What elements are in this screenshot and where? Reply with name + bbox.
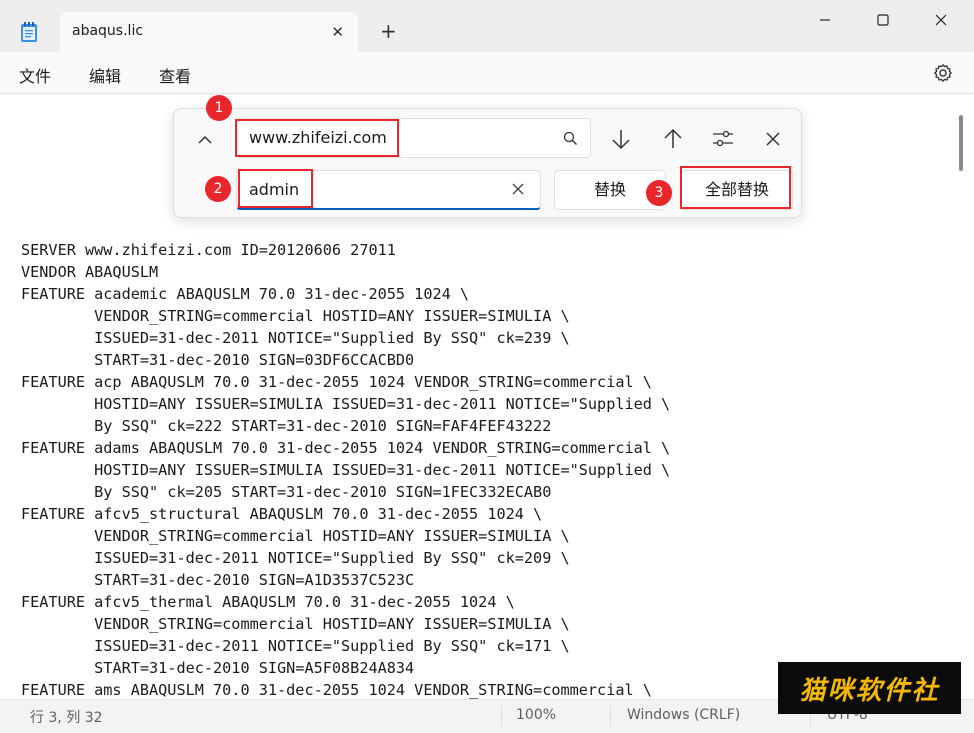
menu-view[interactable]: 查看 [159,63,191,87]
editor-line[interactable]: ISSUED=31-dec-2011 NOTICE="Supplied By S… [21,547,670,569]
annotation-highlight-replace [238,169,313,208]
arrow-up-icon [664,128,682,148]
new-tab-button[interactable]: + [380,20,397,42]
tab-abaqus-lic[interactable]: abaqus.lic ✕ [60,12,358,52]
editor-line[interactable]: HOSTID=ANY ISSUER=SIMULIA ISSUED=31-dec-… [21,459,670,481]
arrow-down-icon [612,130,630,150]
tab-label: abaqus.lic [72,23,144,39]
step-marker-3: 3 [646,180,672,206]
zoom-level[interactable]: 100% [516,707,556,723]
editor-line[interactable]: VENDOR_STRING=commercial HOSTID=ANY ISSU… [21,305,670,327]
editor-line[interactable]: START=31-dec-2010 SIGN=A5F08B24A834 [21,657,670,679]
editor-line[interactable]: HOSTID=ANY ISSUER=SIMULIA ISSUED=31-dec-… [21,393,670,415]
clear-icon[interactable] [511,182,525,196]
editor-line[interactable]: ISSUED=31-dec-2011 NOTICE="Supplied By S… [21,635,670,657]
close-window-button[interactable] [918,6,964,34]
editor-line[interactable]: FEATURE afcv5_structural ABAQUSLM 70.0 3… [21,503,670,525]
editor-line[interactable]: By SSQ" ck=205 START=31-dec-2010 SIGN=1F… [21,481,670,503]
close-icon [766,132,780,146]
close-icon[interactable]: ✕ [331,22,344,42]
cursor-position: 行 3, 列 32 [30,710,103,726]
editor-line[interactable]: FEATURE ams ABAQUSLM 70.0 31-dec-2055 10… [21,679,670,699]
find-next-button[interactable] [607,125,635,153]
step-marker-2: 2 [205,176,231,202]
status-divider [610,706,611,726]
step-marker-1: 1 [206,95,232,121]
menu-file[interactable]: 文件 [19,63,51,87]
annotation-highlight-find [235,119,399,157]
maximize-icon [877,14,889,26]
watermark-text: 猫咪软件社 [799,675,940,706]
annotation-highlight-replace-all [680,166,791,209]
editor-line[interactable]: START=31-dec-2010 SIGN=03DF6CCACBD0 [21,349,670,371]
status-divider [501,706,502,726]
editor-line[interactable]: START=31-dec-2010 SIGN=A1D3537C523C [21,569,670,591]
menu-bar: 文件 编辑 查看 [0,52,974,94]
editor-line[interactable]: ISSUED=31-dec-2011 NOTICE="Supplied By S… [21,327,670,349]
editor-line[interactable]: VENDOR_STRING=commercial HOSTID=ANY ISSU… [21,613,670,635]
toggle-replace-button[interactable] [192,127,218,153]
editor-line[interactable]: SERVER www.zhifeizi.com ID=20120606 2701… [21,239,670,261]
search-icon[interactable] [563,131,578,146]
editor-line[interactable]: FEATURE acp ABAQUSLM 70.0 31-dec-2055 10… [21,371,670,393]
editor-line[interactable]: VENDOR ABAQUSLM [21,261,670,283]
line-ending[interactable]: Windows (CRLF) [627,707,740,723]
find-previous-button[interactable] [659,125,687,153]
options-icon [713,130,733,147]
editor-line[interactable]: FEATURE afcv5_thermal ABAQUSLM 70.0 31-d… [21,591,670,613]
editor-line[interactable]: FEATURE academic ABAQUSLM 70.0 31-dec-20… [21,283,670,305]
vertical-scrollbar[interactable] [959,115,963,171]
watermark-logo: 猫咪软件社 [778,662,961,714]
minimize-icon [820,19,830,21]
minimize-button[interactable] [802,6,848,34]
editor-line[interactable]: FEATURE adams ABAQUSLM 70.0 31-dec-2055 … [21,437,670,459]
close-find-button[interactable] [759,125,787,153]
editor-line[interactable]: VENDOR_STRING=commercial HOSTID=ANY ISSU… [21,525,670,547]
title-bar: abaqus.lic ✕ + [0,0,974,52]
notepad-app-icon [21,22,37,42]
menu-edit[interactable]: 编辑 [89,63,121,87]
find-options-button[interactable] [709,125,737,153]
close-icon [935,14,947,26]
editor-line[interactable]: By SSQ" ck=222 START=31-dec-2010 SIGN=FA… [21,415,670,437]
gear-icon[interactable] [933,63,953,83]
chevron-up-icon [198,135,212,144]
editor-content[interactable]: SERVER www.zhifeizi.com ID=20120606 2701… [21,239,670,699]
maximize-button[interactable] [860,6,906,34]
